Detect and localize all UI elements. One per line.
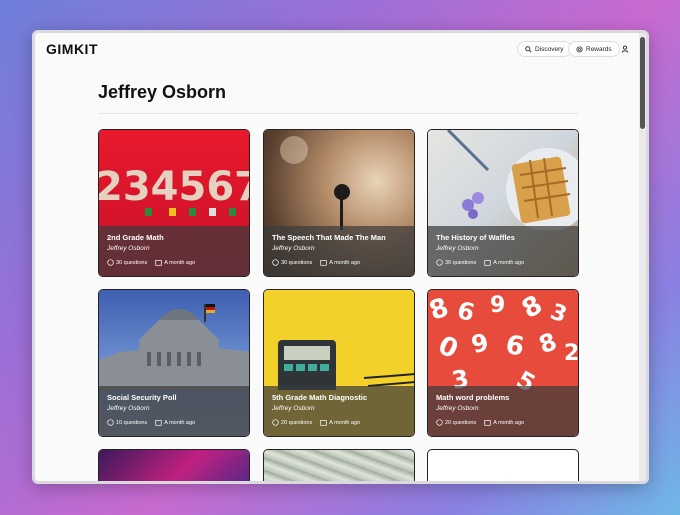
kit-card[interactable]: The Speech That Made The Man Jeffrey Osb… <box>263 129 415 277</box>
card-info: 2nd Grade Math Jeffrey Osborn 30 questio… <box>99 226 249 276</box>
card-updated: A month ago <box>493 419 525 426</box>
card-info: Social Security Poll Jeffrey Osborn 10 q… <box>99 386 249 436</box>
coin-icon <box>576 45 583 53</box>
divider <box>98 113 578 114</box>
search-icon <box>525 45 532 53</box>
svg-text:8: 8 <box>428 292 453 326</box>
scroll-thumb[interactable] <box>640 37 645 129</box>
question-icon <box>107 419 114 426</box>
card-updated: A month ago <box>329 259 361 266</box>
kit-card[interactable]: 2345678 2nd Grade Math Jeffrey Osborn 30… <box>98 129 250 277</box>
rewards-label: Rewards <box>586 45 612 53</box>
kit-card[interactable]: 5th Grade Math Diagnostic Jeffrey Osborn… <box>263 289 415 437</box>
card-image-digits: 2345678 <box>99 164 250 210</box>
question-icon <box>272 259 279 266</box>
card-updated: A month ago <box>164 259 196 266</box>
card-author: Jeffrey Osborn <box>272 405 315 412</box>
card-author: Jeffrey Osborn <box>436 245 479 252</box>
kit-card[interactable]: Social Security Poll Jeffrey Osborn 10 q… <box>98 289 250 437</box>
card-info: Math word problems Jeffrey Osborn 20 que… <box>428 386 578 436</box>
card-questions: 10 questions <box>116 419 148 426</box>
svg-text:6: 6 <box>454 296 477 327</box>
scrollbar[interactable] <box>639 33 646 481</box>
svg-text:0: 0 <box>433 330 462 365</box>
card-author: Jeffrey Osborn <box>107 405 150 412</box>
card-title: 5th Grade Math Diagnostic <box>272 393 368 402</box>
svg-text:9: 9 <box>468 328 491 359</box>
card-questions: 30 questions <box>445 259 477 266</box>
card-updated: A month ago <box>164 419 196 426</box>
question-icon <box>436 259 443 266</box>
svg-text:3: 3 <box>547 299 570 328</box>
card-title: Math word problems <box>436 393 510 402</box>
calendar-icon <box>320 420 327 426</box>
rewards-button[interactable]: Rewards <box>568 41 620 57</box>
discovery-label: Discovery <box>535 45 564 53</box>
card-info: 5th Grade Math Diagnostic Jeffrey Osborn… <box>264 386 414 436</box>
card-info: The Speech That Made The Man Jeffrey Osb… <box>264 226 414 276</box>
card-questions: 30 questions <box>116 259 148 266</box>
card-title: 2nd Grade Math <box>107 233 164 242</box>
card-updated: A month ago <box>493 259 525 266</box>
card-info: The History of Waffles Jeffrey Osborn 30… <box>428 226 578 276</box>
card-title: The History of Waffles <box>436 233 515 242</box>
profile-button[interactable] <box>617 41 633 57</box>
card-questions: 20 questions <box>445 419 477 426</box>
kit-card[interactable]: The History of Waffles Jeffrey Osborn 30… <box>427 129 579 277</box>
page-title: Jeffrey Osborn <box>98 82 227 102</box>
calendar-icon <box>155 260 162 266</box>
calendar-icon <box>484 420 491 426</box>
card-questions: 30 questions <box>281 259 313 266</box>
calendar-icon <box>155 420 162 426</box>
card-image <box>99 450 249 481</box>
svg-text:9: 9 <box>490 293 505 318</box>
card-questions: 20 questions <box>281 419 313 426</box>
card-author: Jeffrey Osborn <box>272 245 315 252</box>
svg-text:6: 6 <box>503 330 526 363</box>
svg-text:8: 8 <box>535 327 560 359</box>
svg-text:8: 8 <box>517 290 548 325</box>
kit-card[interactable]: 8 6 9 8 3 0 9 6 8 2 3 5 Math word proble… <box>427 289 579 437</box>
card-image <box>264 450 414 481</box>
question-icon <box>436 419 443 426</box>
user-icon <box>621 45 629 53</box>
gimkit-logo[interactable]: GIMKIT <box>46 41 98 57</box>
card-title: The Speech That Made The Man <box>272 233 386 242</box>
discovery-button[interactable]: Discovery <box>517 41 572 57</box>
question-icon <box>272 419 279 426</box>
calendar-icon <box>320 260 327 266</box>
calendar-icon <box>484 260 491 266</box>
kit-card[interactable] <box>98 449 250 481</box>
svg-text:2: 2 <box>564 341 579 366</box>
top-nav: GIMKIT Discovery Rewards <box>35 33 646 67</box>
question-icon <box>107 259 114 266</box>
card-title: Social Security Poll <box>107 393 177 402</box>
browser-window: GIMKIT Discovery Rewards Jeffrey Osborn … <box>32 30 649 484</box>
kit-card[interactable] <box>263 449 415 481</box>
card-updated: A month ago <box>329 419 361 426</box>
kit-card[interactable] <box>427 449 579 481</box>
card-author: Jeffrey Osborn <box>107 245 150 252</box>
card-author: Jeffrey Osborn <box>436 405 479 412</box>
